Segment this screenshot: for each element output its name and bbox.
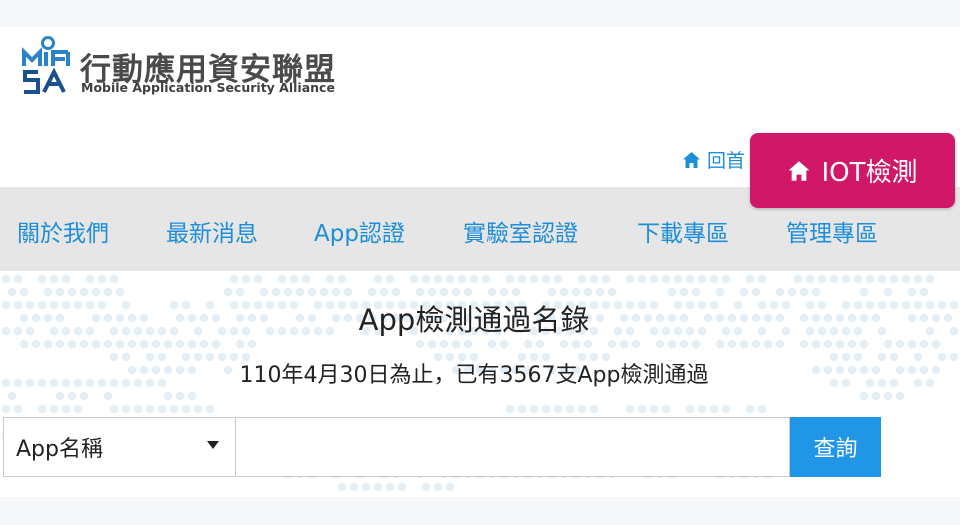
nav-item-downloads[interactable]: 下載專區: [637, 214, 729, 248]
nav-item-lab-cert[interactable]: 實驗室認證: [463, 214, 578, 248]
search-field-select[interactable]: App名稱: [3, 417, 236, 477]
bottom-strip: [0, 497, 960, 525]
caret-down-icon: [207, 441, 219, 449]
nav-item-about[interactable]: 關於我們: [17, 214, 109, 248]
nav-item-news[interactable]: 最新消息: [166, 214, 258, 248]
nav-item-admin[interactable]: 管理專區: [786, 214, 878, 248]
search-button[interactable]: 查詢: [790, 417, 881, 477]
top-strip: [0, 0, 960, 27]
misa-logo[interactable]: [20, 36, 76, 100]
iot-button-label: IOT檢測: [821, 158, 918, 188]
home-link-label: 回首: [707, 150, 746, 172]
home-icon: [789, 160, 810, 181]
search-field-select-value: App名稱: [16, 437, 103, 462]
page-title: App檢測通過名錄: [358, 303, 590, 337]
home-link[interactable]: 回首: [682, 146, 745, 173]
page: 行動應用資安聯盟 Mobile Application Security All…: [0, 0, 960, 525]
org-subtitle: Mobile Application Security Alliance: [81, 80, 335, 95]
main-content: App檢測通過名錄 110年4月30日為止，已有3567支App檢測通過 App…: [0, 271, 960, 497]
search-input[interactable]: [237, 417, 790, 477]
page-subtitle: 110年4月30日為止，已有3567支App檢測通過: [239, 363, 709, 388]
home-icon: [683, 151, 700, 168]
iot-button[interactable]: IOT檢測: [750, 133, 955, 208]
nav-item-app-cert[interactable]: App認證: [314, 214, 405, 248]
